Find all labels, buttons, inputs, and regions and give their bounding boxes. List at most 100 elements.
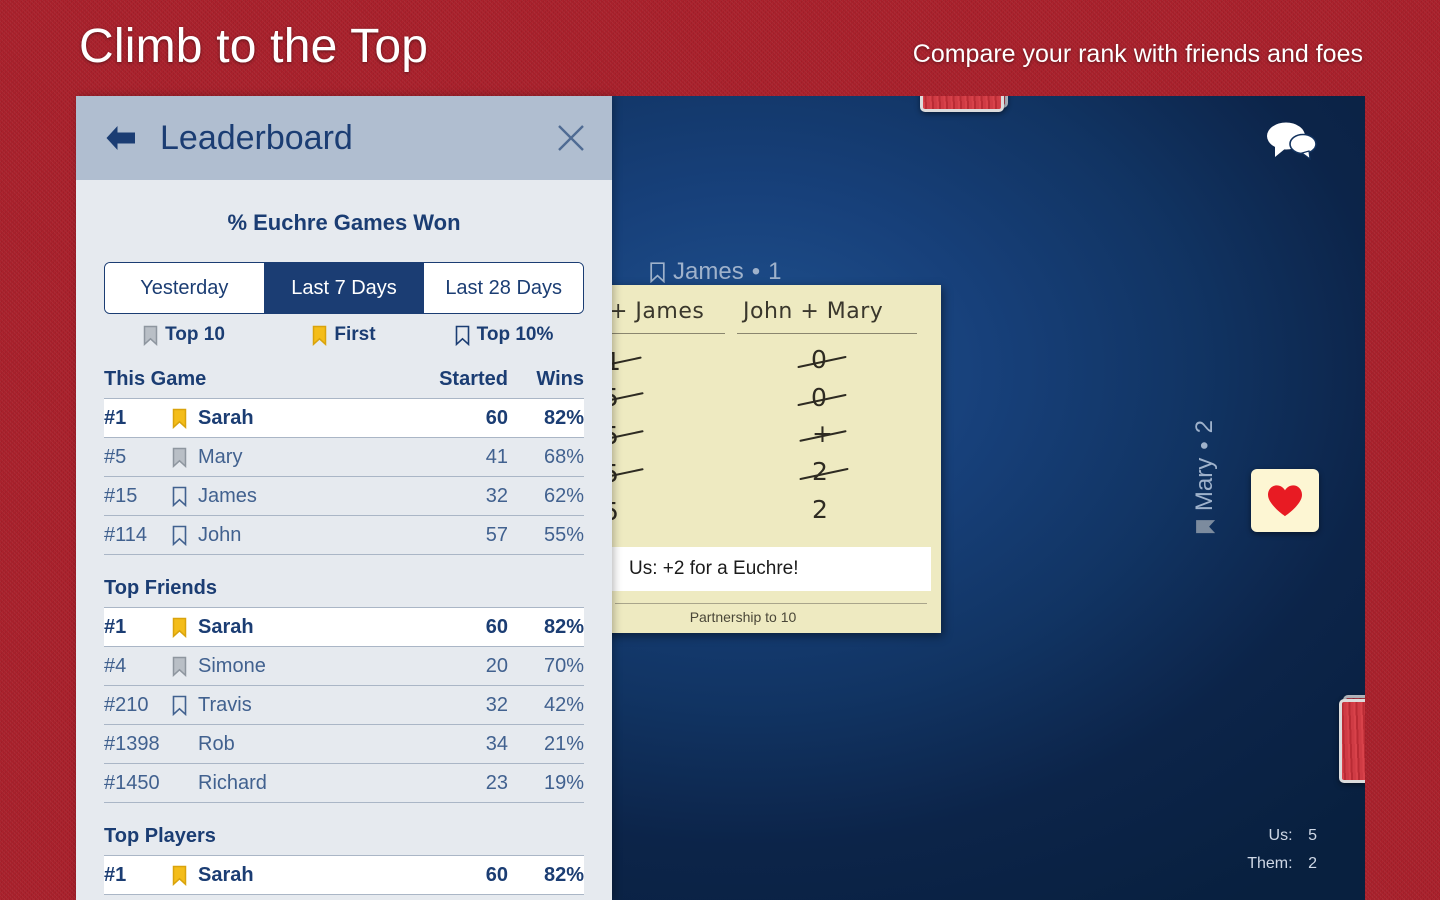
panel-title: Leaderboard — [160, 118, 353, 157]
bookmark-gold-icon — [172, 865, 198, 886]
bookmark-silver-icon — [172, 447, 198, 468]
row-rank: #114 — [104, 523, 148, 546]
row-wins: 82% — [543, 406, 584, 429]
scorepad-left-rule — [601, 333, 725, 334]
bookmark-silver-icon — [172, 656, 198, 677]
table-row[interactable]: #1 Sarah 60 82% — [104, 856, 584, 895]
row-rank: #1398 — [104, 732, 160, 755]
row-wins: 82% — [543, 615, 584, 638]
panel-header: Leaderboard — [76, 96, 612, 180]
bookmark-outline-icon — [172, 525, 198, 546]
row-rank: #1 — [104, 406, 127, 429]
row-rank: #210 — [104, 693, 149, 716]
row-started: 23 — [485, 771, 508, 794]
badge-legend: Top 10 First Top 10% — [104, 324, 584, 346]
row-started: 60 — [485, 863, 508, 886]
row-started: 34 — [485, 732, 508, 755]
column-header-wins: Wins — [536, 368, 584, 390]
segment-last-28-days[interactable]: Last 28 Days — [424, 263, 583, 313]
row-started: 60 — [485, 406, 508, 429]
row-player-name: Simone — [198, 654, 266, 677]
card-back-deck-top[interactable] — [920, 96, 1004, 112]
legend-label-top-10-percent: Top 10% — [476, 324, 554, 345]
row-wins: 82% — [543, 863, 584, 886]
score-them-label: Them: — [1247, 855, 1293, 872]
row-started: 60 — [485, 615, 508, 638]
bookmark-gold-icon — [312, 325, 327, 346]
row-wins: 62% — [543, 484, 584, 507]
banner: Climb to the Top Compare your rank with … — [0, 0, 1440, 96]
scorepad-bottom-rule — [615, 603, 927, 604]
row-rank: #1450 — [104, 771, 160, 794]
section-header-top-friends: Top Friends — [104, 577, 584, 607]
section-header-this-game: This Game Started Wins — [104, 368, 584, 398]
legend-item-top-10-percent: Top 10% — [424, 324, 584, 346]
card-back-right[interactable] — [1339, 699, 1365, 783]
table-row[interactable]: #5 Mary 41 68% — [104, 438, 584, 477]
row-player-name: Richard — [198, 771, 267, 794]
segment-yesterday[interactable]: Yesterday — [105, 263, 265, 313]
score-them-value: 2 — [1308, 855, 1317, 872]
score-them: Them: 2 — [1247, 850, 1317, 878]
column-header-started: Started — [439, 368, 508, 390]
row-wins: 21% — [543, 732, 584, 755]
chat-bubbles-icon[interactable] — [1265, 120, 1317, 161]
table-row[interactable]: #1 Sarah 60 82% — [104, 608, 584, 647]
bookmark-gold-icon — [172, 617, 198, 638]
legend-item-top-10: Top 10 — [104, 324, 264, 346]
row-player-name: James — [198, 484, 257, 507]
scorepad-right-rule — [737, 333, 917, 334]
player-top-tricks: 1 — [768, 258, 782, 285]
table-row[interactable]: #114 John 57 55% — [104, 516, 584, 555]
row-rank: #4 — [104, 654, 127, 677]
scorepad-right-header: John + Mary — [743, 299, 884, 324]
bookmark-silver-icon — [1195, 519, 1216, 534]
row-started: 32 — [485, 484, 508, 507]
table-row[interactable]: #15 James 32 62% — [104, 477, 584, 516]
played-card-heart[interactable] — [1251, 469, 1319, 532]
segment-last-7-days[interactable]: Last 7 Days — [264, 263, 425, 313]
section-title: Top Friends — [104, 577, 217, 599]
legend-item-first: First — [264, 324, 424, 346]
row-player-name: Sarah — [198, 406, 254, 429]
player-top-name: James — [673, 258, 744, 285]
table-row[interactable]: #1450 Richard 23 19% — [104, 764, 584, 803]
legend-label-first: First — [334, 324, 376, 345]
row-rank: #1 — [104, 615, 127, 638]
player-label-right: Mary • 2 — [1191, 420, 1219, 534]
row-player-name: Rob — [198, 732, 235, 755]
section-title: Top Players — [104, 825, 216, 847]
row-rank: #1 — [104, 863, 127, 886]
heart-icon — [1268, 484, 1302, 516]
bookmark-silver-icon — [143, 325, 158, 346]
bookmark-outline-icon — [650, 261, 665, 283]
leaderboard-panel: Leaderboard % Euchre Games Won Yesterday… — [76, 96, 612, 900]
row-wins: 68% — [543, 445, 584, 468]
row-wins: 70% — [543, 654, 584, 677]
banner-subtitle: Compare your rank with friends and foes — [912, 40, 1363, 68]
panel-body: % Euchre Games Won Yesterday Last 7 Days… — [76, 180, 612, 900]
table-row[interactable]: #4 Simone 20 70% — [104, 647, 584, 686]
bookmark-outline-icon — [172, 695, 198, 716]
row-rank: #15 — [104, 484, 138, 507]
bookmark-outline-icon — [455, 325, 470, 346]
score-us-value: 5 — [1308, 827, 1317, 844]
bookmark-gold-icon — [172, 408, 198, 429]
close-icon[interactable] — [556, 123, 586, 153]
table-row[interactable]: #1398 Rob 34 21% — [104, 725, 584, 764]
player-right-tricks: 2 — [1191, 420, 1218, 434]
back-arrow-icon[interactable] — [104, 123, 138, 153]
row-started: 57 — [485, 523, 508, 546]
table-row[interactable]: #1 Sarah 60 82% — [104, 399, 584, 438]
player-top-separator: • — [751, 258, 761, 285]
row-player-name: Mary — [198, 445, 243, 468]
leaderboard-table-this-game: #1 Sarah 60 82% #5 Mary 41 68% #15 James… — [104, 398, 584, 555]
scorepad-left-header: + James — [609, 299, 705, 324]
row-wins: 42% — [543, 693, 584, 716]
section-header-top-players: Top Players — [104, 825, 584, 855]
legend-label-top-10: Top 10 — [165, 324, 225, 345]
player-right-separator: • — [1191, 441, 1218, 450]
table-row[interactable]: #210 Travis 32 42% — [104, 686, 584, 725]
row-started: 32 — [485, 693, 508, 716]
row-player-name: Sarah — [198, 863, 254, 886]
